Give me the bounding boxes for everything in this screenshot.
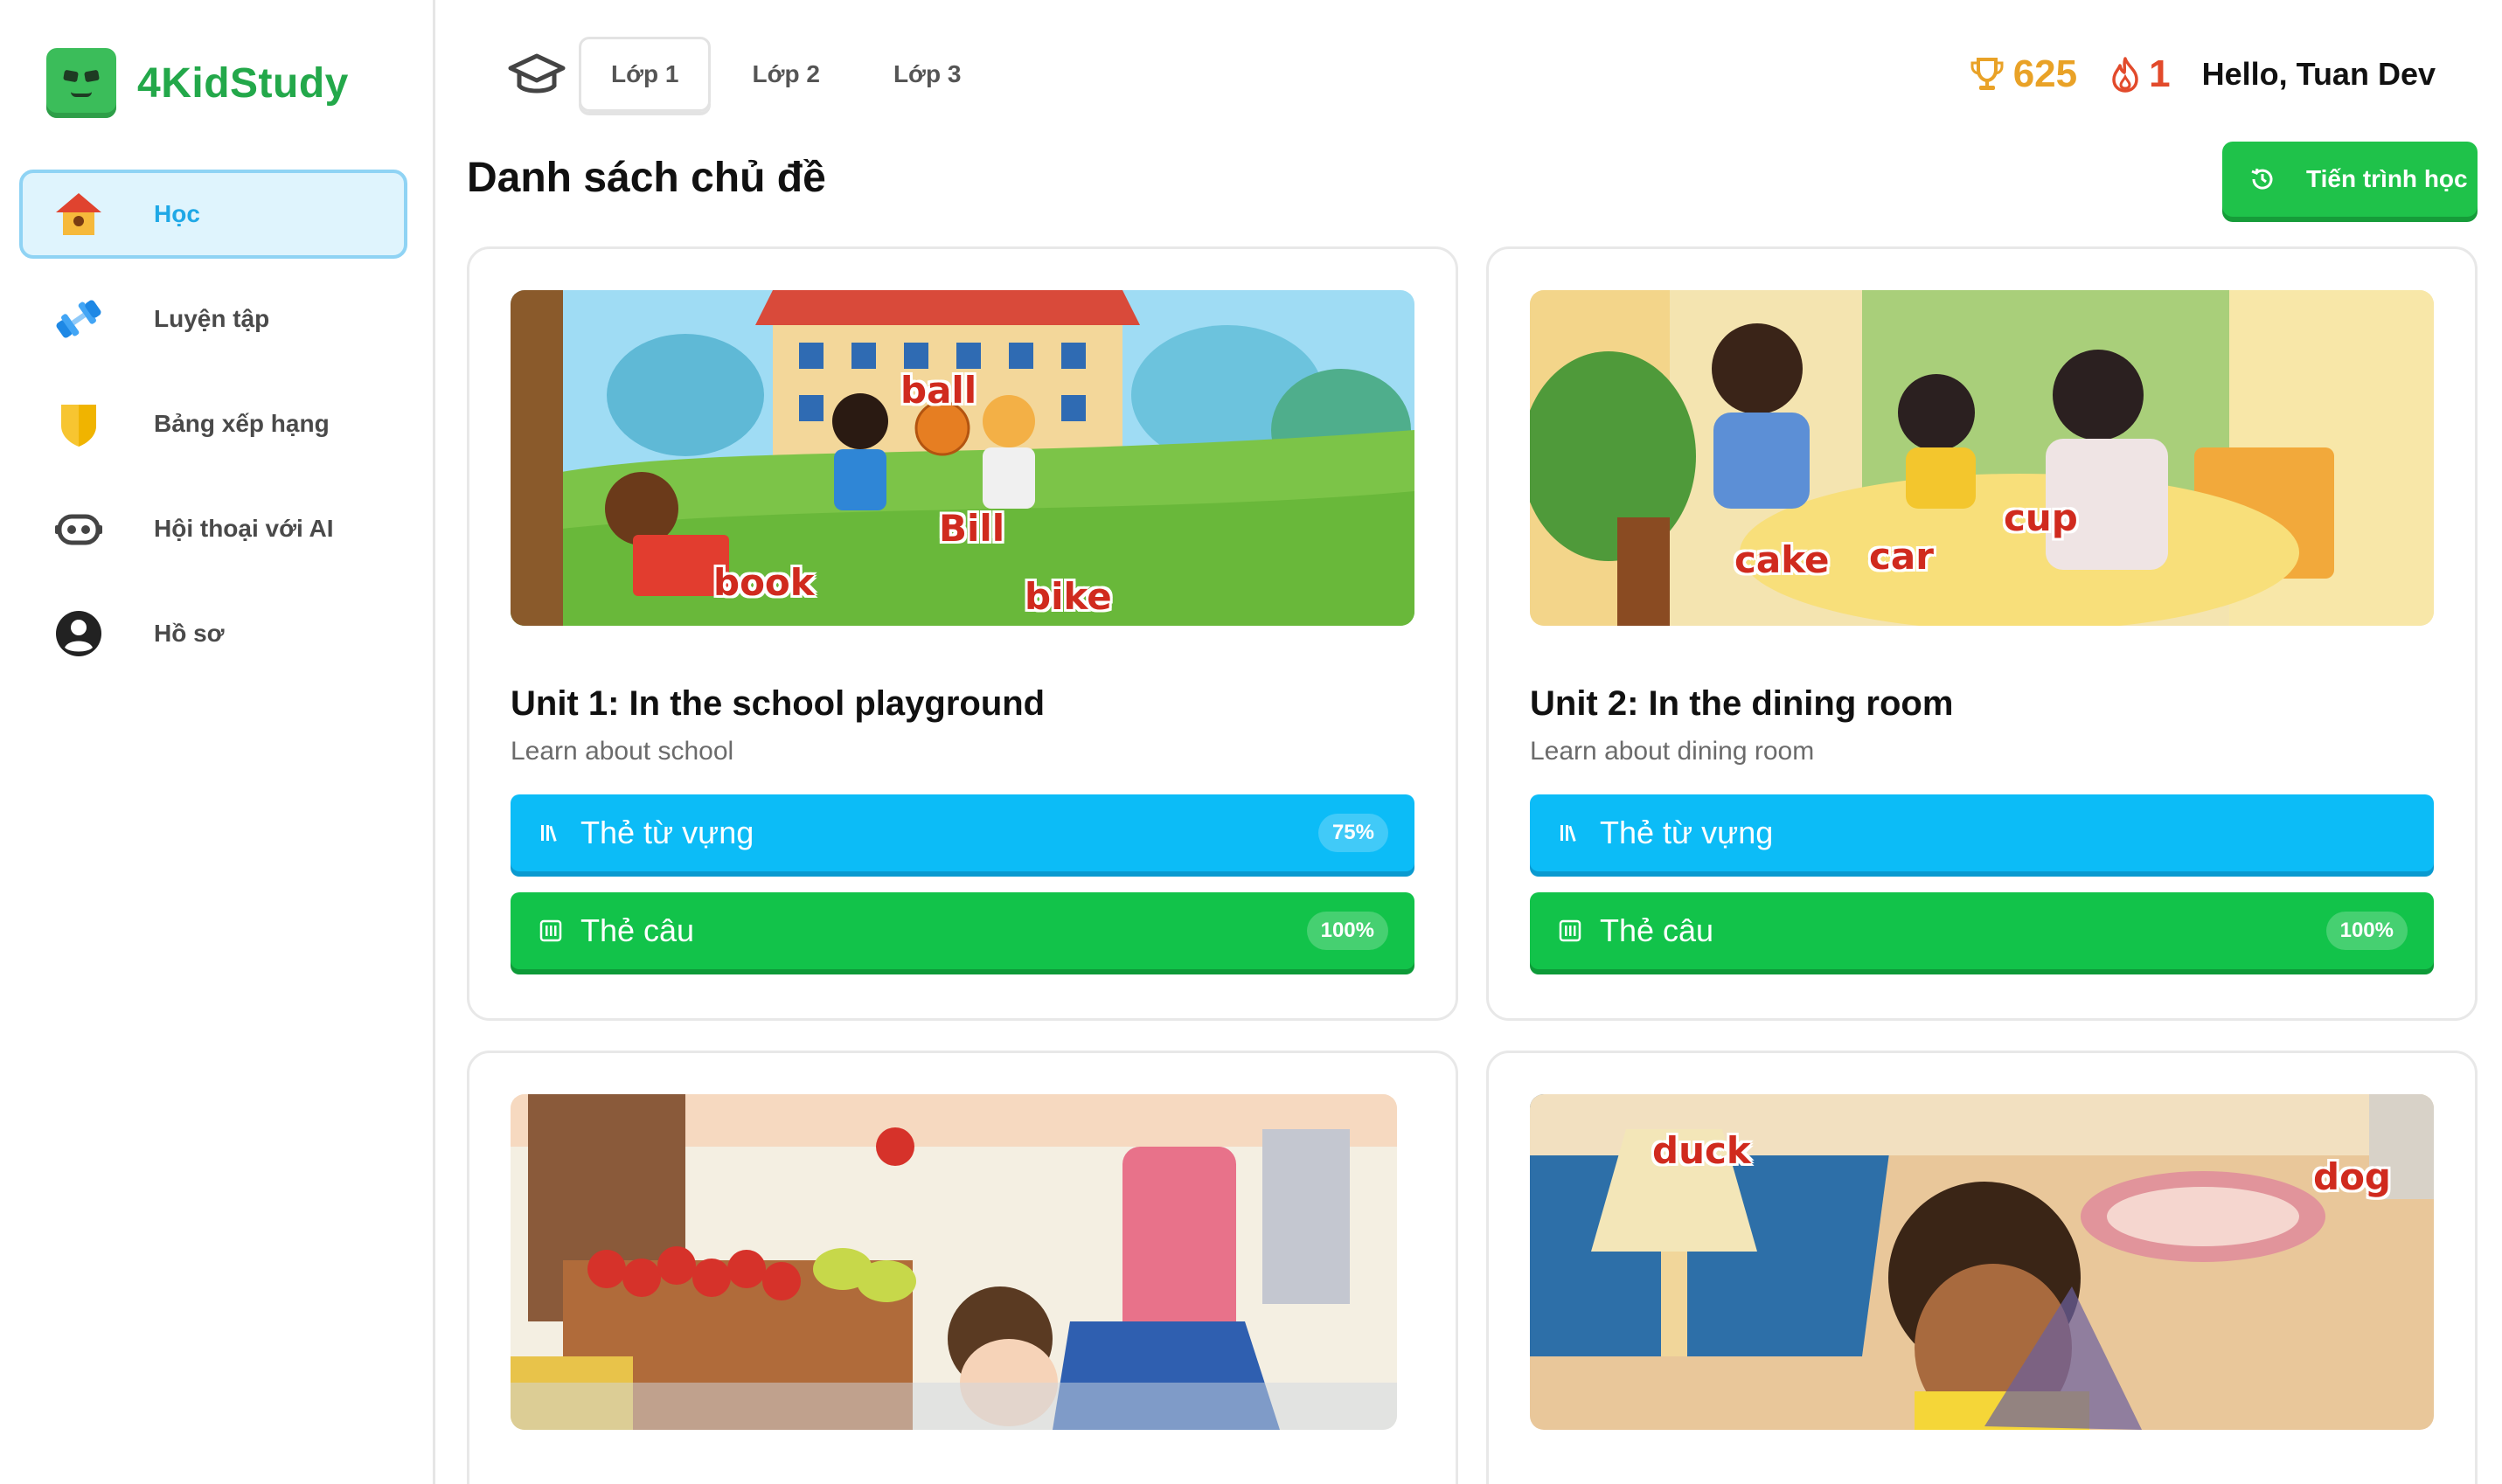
robot-icon <box>52 503 105 555</box>
cards-icon <box>1559 919 1581 942</box>
unit-card[interactable]: duck dog <box>1486 1051 2478 1484</box>
image-word: duck <box>1652 1129 1751 1172</box>
page-title: Danh sách chủ đề <box>467 155 826 201</box>
brand-name: 4KidStudy <box>137 59 349 107</box>
image-word: ball <box>900 369 977 412</box>
image-word: bike <box>1025 575 1112 618</box>
dumbbell-icon <box>52 293 105 345</box>
progress-button-label: Tiến trình học <box>2306 165 2468 192</box>
library-icon <box>1560 825 1576 842</box>
sidebar: 4KidStudy Học Luyện tập Bảng xếp hạng Hộ… <box>0 0 435 1484</box>
logo-icon <box>46 48 116 118</box>
image-word: car <box>1869 535 1934 578</box>
unit-image: ball Bill book bike <box>511 290 1414 626</box>
sidebar-item-luyen-tap[interactable]: Luyện tập <box>19 274 407 364</box>
sentence-progress-badge: 100% <box>2325 912 2408 950</box>
tab-lop-3[interactable]: Lớp 3 <box>861 37 993 112</box>
tab-lop-1[interactable]: Lớp 1 <box>579 37 712 112</box>
sentence-cards-button[interactable]: Thẻ câu 100% <box>511 892 1414 969</box>
image-word: book <box>713 561 815 604</box>
image-word: dog <box>2313 1155 2391 1198</box>
learning-progress-button[interactable]: Tiến trình học <box>2222 142 2478 217</box>
sidebar-item-label: Hồ sơ <box>154 620 225 647</box>
sidebar-item-label: Luyện tập <box>154 305 270 332</box>
vocab-progress-badge: 75% <box>1317 814 1388 852</box>
history-icon <box>2251 168 2273 190</box>
sidebar-item-ho-so[interactable]: Hồ sơ <box>19 589 407 678</box>
sidebar-item-bang-xep-hang[interactable]: Bảng xếp hạng <box>19 379 407 468</box>
sidebar-nav: Học Luyện tập Bảng xếp hạng Hội thoại vớ… <box>19 170 407 694</box>
user-stats: 625 1 Hello, Tuan Dev <box>1970 44 2436 105</box>
streak-display: 1 <box>2110 52 2171 96</box>
unit-subtitle: Learn about dining room <box>1530 737 1815 766</box>
brand[interactable]: 4KidStudy <box>46 48 349 118</box>
unit-subtitle: Learn about school <box>511 737 734 766</box>
library-icon <box>541 825 557 842</box>
sentence-label: Thẻ câu <box>1600 912 1714 948</box>
points-display: 625 <box>1970 52 2077 96</box>
unit-card[interactable] <box>467 1051 1458 1484</box>
home-icon <box>52 188 105 240</box>
sidebar-item-label: Bảng xếp hạng <box>154 410 330 437</box>
grade-tabs: Lớp 1 Lớp 2 Lớp 3 <box>579 37 1002 112</box>
unit-image: duck dog <box>1530 1094 2434 1430</box>
sentence-progress-badge: 100% <box>1306 912 1388 950</box>
sidebar-item-hoi-thoai-ai[interactable]: Hội thoại với AI <box>19 484 407 573</box>
vocab-cards-button[interactable]: Thẻ từ vựng 75% <box>511 794 1414 871</box>
unit-image <box>511 1094 1397 1430</box>
unit-image: cup cake car <box>1530 290 2434 626</box>
unit-title: Unit 2: In the dining room <box>1530 684 1954 723</box>
image-word: cup <box>2004 496 2078 539</box>
sidebar-item-hoc[interactable]: Học <box>19 170 407 259</box>
sidebar-item-label: Học <box>154 200 200 227</box>
image-word: Bill <box>939 507 1005 550</box>
greeting[interactable]: Hello, Tuan Dev <box>2202 56 2436 93</box>
sentence-cards-button[interactable]: Thẻ câu 100% <box>1530 892 2434 969</box>
trophy-icon <box>1970 58 2004 90</box>
tab-lop-2[interactable]: Lớp 2 <box>719 37 851 112</box>
streak-value: 1 <box>2149 52 2171 95</box>
unit-card[interactable]: ball Bill book bike Unit 1: In the schoo… <box>467 246 1458 1021</box>
vocab-label: Thẻ từ vựng <box>580 815 754 850</box>
fire-icon <box>2112 57 2138 93</box>
vocab-label: Thẻ từ vựng <box>1600 815 1774 850</box>
vocab-cards-button[interactable]: Thẻ từ vựng <box>1530 794 2434 871</box>
sidebar-item-label: Hội thoại với AI <box>154 515 334 542</box>
graduation-cap-icon <box>507 52 566 98</box>
user-icon <box>52 607 105 660</box>
cards-icon <box>539 919 562 942</box>
image-word: cake <box>1734 538 1830 581</box>
unit-card[interactable]: cup cake car Unit 2: In the dining room … <box>1486 246 2478 1021</box>
unit-title: Unit 1: In the school playground <box>511 684 1046 723</box>
points-value: 625 <box>2012 52 2078 95</box>
shield-icon <box>52 398 105 450</box>
sentence-label: Thẻ câu <box>580 912 695 948</box>
